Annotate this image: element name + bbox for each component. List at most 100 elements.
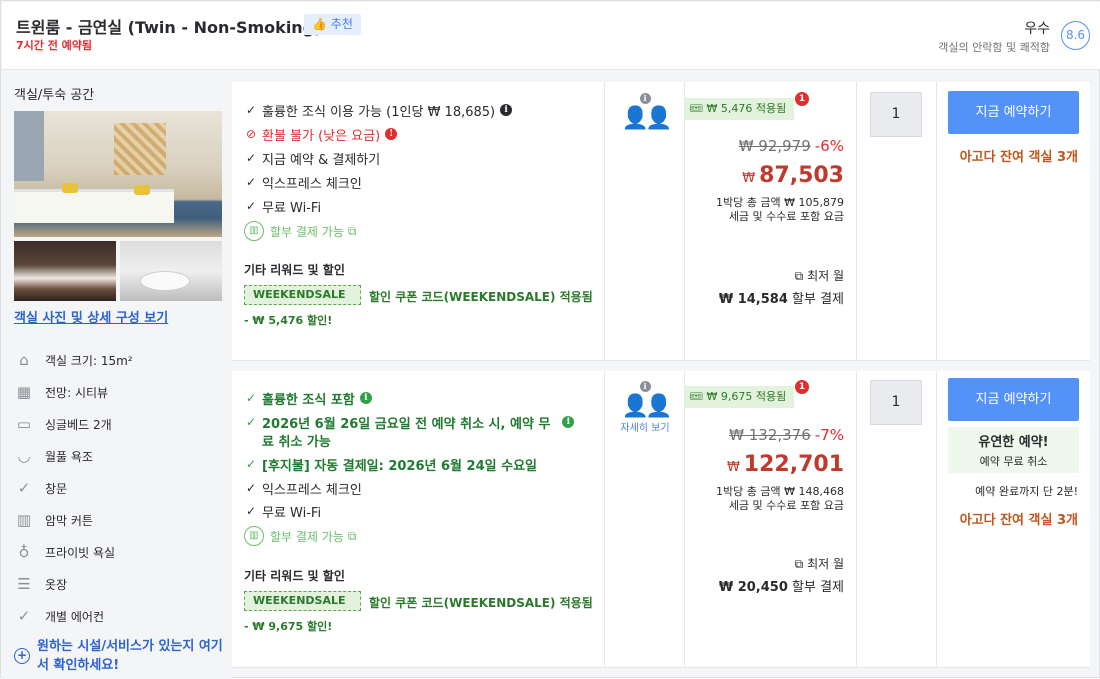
- check-circle-icon: ✓: [17, 479, 31, 497]
- feature-label: 월풀 욕조: [45, 449, 93, 464]
- ban-icon: ⊘: [246, 127, 257, 141]
- room-photo-thumb-2[interactable]: [120, 241, 222, 301]
- installment-text: 할부 결제 가능: [270, 224, 344, 239]
- monthly-suffix: 할부 결제: [792, 292, 844, 307]
- price-value: 87,503: [759, 163, 844, 188]
- benefit-text: 환불 불가 (낮은 요금): [262, 128, 381, 144]
- room-header: 트윈룸 - 금연실 (Twin - Non-Smoking) 👍 추천 7시간 …: [2, 2, 1100, 70]
- monthly-suffix: 할부 결제: [792, 580, 844, 595]
- feature-label: 객실 크기: 15m²: [45, 353, 133, 368]
- flexible-booking-title: 유연한 예약!: [978, 435, 1049, 450]
- promo-label: ₩ 5,476 적용됨: [706, 102, 787, 115]
- price-note-total: 1박당 총 금액 ₩ 148,468: [716, 485, 844, 498]
- coupon-applied-text: 할인 쿠폰 코드(WEEKENDSALE) 적용됨: [369, 596, 593, 610]
- room-photo-main[interactable]: [14, 111, 222, 237]
- info-icon: i: [639, 381, 651, 392]
- feature-label: 암막 커튼: [45, 513, 93, 528]
- benefit-pay-now: ✓ 지금 예약 & 결제하기: [246, 149, 380, 168]
- feature-view: ▦ 전망: 시티뷰: [14, 381, 108, 403]
- room-quantity-select[interactable]: 1: [870, 92, 922, 137]
- monthly-installment: ₩ 20,450 할부 결제: [719, 576, 844, 595]
- monthly-label: ⧉ 최저 월: [795, 267, 844, 284]
- external-link-icon: ⧉: [347, 528, 357, 543]
- offer-benefits: ✓ 훌륭한 조식 포함 i ✓ 2026년 6월 26일 금요일 전 예약 취소 시,…: [232, 371, 605, 667]
- two-people-icon: 👤👤: [621, 394, 673, 419]
- feature-label: 옷장: [45, 577, 68, 592]
- score-badge: 8.6: [1061, 21, 1090, 50]
- final-price: ₩87,503: [742, 163, 844, 188]
- thumbs-up-icon: 👍: [312, 17, 327, 31]
- book-now-button[interactable]: 지금 예약하기: [948, 91, 1079, 134]
- benefit-breakfast: ✓ 훌륭한 조식 이용 가능 (1인당 ₩ 18,685) i: [246, 101, 513, 120]
- discount-percent: -7%: [814, 426, 844, 444]
- discount-text: - ₩ 9,675 할인!: [244, 620, 333, 633]
- info-icon[interactable]: i: [500, 104, 513, 116]
- installment-text: 할부 결제 가능: [270, 529, 344, 544]
- benefit-text: 료 취소 가능: [262, 434, 331, 450]
- room-quantity-select[interactable]: 1: [870, 380, 922, 425]
- curtain-icon: ▥: [16, 511, 32, 529]
- info-icon[interactable]: i: [562, 416, 575, 428]
- original-price: ₩ 132,376 -7%: [729, 426, 844, 444]
- original-price-value: ₩ 92,979: [738, 137, 811, 155]
- check-icon: ✓: [246, 504, 257, 518]
- room-photo-thumb-1[interactable]: [14, 241, 116, 301]
- feature-label: 전망: 시티뷰: [45, 385, 109, 400]
- promo-label: ₩ 9,675 적용됨: [706, 390, 787, 403]
- external-link-icon: ⧉: [794, 269, 804, 283]
- price-value: 122,701: [743, 452, 844, 477]
- offer-occupancy: i 👤👤: [605, 82, 685, 360]
- discount-percent: -6%: [814, 137, 844, 155]
- benefit-express-checkin: ✓ 익스프레스 체크인: [246, 479, 362, 498]
- info-icon: i: [639, 93, 651, 104]
- monthly-amount: ₩ 14,584: [718, 292, 788, 307]
- occupancy-info[interactable]: i 👤👤 자세히 보기: [605, 381, 685, 436]
- check-icon: ✓: [246, 391, 257, 405]
- feature-aircon: ✓ 개별 에어컨: [14, 605, 104, 627]
- offer-quantity: 1: [857, 82, 937, 360]
- offer-price: 🎟 ₩ 5,476 적용됨 1 ₩ 92,979 -6% ₩87,503 1박당 …: [685, 82, 857, 360]
- two-people-icon: 👤👤: [621, 106, 673, 131]
- sidebar-title: 객실/투숙 공간: [14, 88, 95, 103]
- benefit-text: 훌륭한 조식 포함: [262, 392, 355, 408]
- benefit-express-checkin: ✓ 익스프레스 체크인: [246, 173, 362, 192]
- recommend-badge[interactable]: 👍 추천: [304, 14, 361, 35]
- check-circle-icon: ✓: [17, 607, 31, 625]
- feature-label: 개별 에어컨: [45, 609, 105, 624]
- benefit-pay-later: ✓ [후지불] 자동 결제일: 2026년 6월 24일 수요일: [246, 455, 537, 474]
- book-now-button[interactable]: 지금 예약하기: [948, 378, 1079, 421]
- original-price-value: ₩ 132,376: [729, 426, 811, 444]
- booking-time-text: 예약 완료까지 단 2분!: [975, 485, 1078, 498]
- benefit-wifi: ✓ 무료 Wi-Fi: [246, 197, 321, 216]
- benefit-text: [후지불] 자동 결제일: 2026년 6월 24일 수요일: [262, 458, 537, 474]
- offer-price: 🎟 ₩ 9,675 적용됨 1 ₩ 132,376 -7% ₩122,701 1박…: [685, 371, 857, 667]
- installment-available[interactable]: ▥ 할부 결제 가능 ⧉: [244, 221, 356, 241]
- promo-count-badge: 1: [795, 380, 809, 394]
- feature-bathtub: ◡ 월풀 욕조: [14, 445, 93, 467]
- check-icon: ✓: [246, 103, 257, 117]
- house-icon: ⌂: [19, 351, 29, 369]
- installment-icon: ▥: [244, 221, 264, 241]
- ask-facilities-link[interactable]: + 원하는 시설/서비스가 있는지 여기서 확인하세요!: [14, 637, 229, 675]
- info-icon[interactable]: !: [385, 128, 398, 140]
- check-icon: ✓: [246, 457, 257, 471]
- feature-label: 프라이빗 욕실: [45, 545, 116, 560]
- promo-applied-badge[interactable]: 🎟 ₩ 5,476 적용됨: [685, 98, 795, 120]
- offer-booking: 지금 예약하기 유연한 예약! 예약 무료 취소 예약 완료까지 단 2분! 아…: [937, 371, 1090, 667]
- monthly-amount: ₩ 20,450: [718, 580, 788, 595]
- benefit-free-cancel-cont: 료 취소 가능: [246, 431, 331, 450]
- external-link-icon: ⧉: [794, 557, 804, 571]
- info-icon[interactable]: i: [359, 392, 372, 404]
- feature-window: ✓ 창문: [14, 477, 67, 499]
- offer-benefits: ✓ 훌륭한 조식 이용 가능 (1인당 ₩ 18,685) i ⊘ 환불 불가 (낮은…: [232, 82, 605, 360]
- installment-available[interactable]: ▥ 할부 결제 가능 ⧉: [244, 526, 356, 546]
- occupancy-detail-link[interactable]: 자세히 보기: [620, 421, 670, 436]
- room-panel: 트윈룸 - 금연실 (Twin - Non-Smoking) 👍 추천 7시간 …: [0, 0, 1100, 679]
- see-room-photos-link[interactable]: 객실 사진 및 상세 구성 보기: [14, 307, 168, 326]
- monthly-label: ⧉ 최저 월: [795, 555, 844, 572]
- occupancy-info[interactable]: i 👤👤: [605, 93, 685, 131]
- benefit-wifi: ✓ 무료 Wi-Fi: [246, 502, 321, 521]
- monthly-installment: ₩ 14,584 할부 결제: [719, 288, 844, 307]
- price-note-total: 1박당 총 금액 ₩ 105,879: [716, 196, 844, 209]
- promo-applied-badge[interactable]: 🎟 ₩ 9,675 적용됨: [685, 386, 795, 408]
